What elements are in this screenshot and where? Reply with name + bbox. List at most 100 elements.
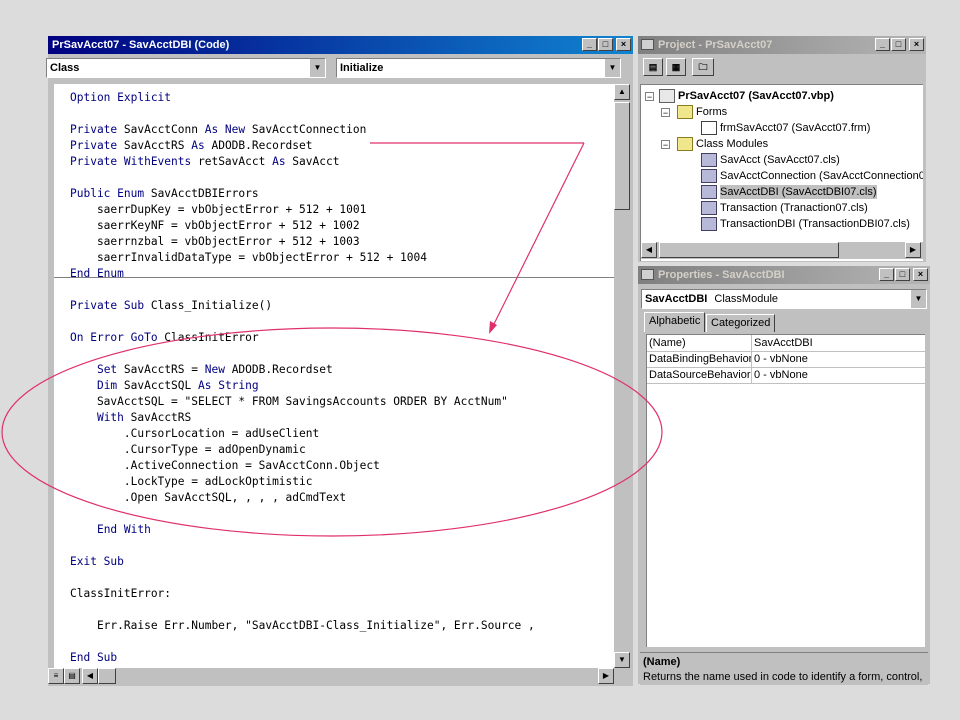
code-line: Private WithEvents retSavAcct As SavAcct — [70, 155, 340, 168]
scroll-right-button[interactable]: ▶ — [598, 668, 614, 684]
object-selector-name: SavAcctDBI — [645, 293, 708, 305]
code-line: .LockType = adLockOptimistic — [70, 475, 313, 488]
property-value[interactable]: 0 - vbNone — [752, 351, 922, 367]
tree-item-module[interactable]: Transaction (Tranaction07.cls) — [701, 201, 868, 215]
procedure-combo-value: Initialize — [340, 62, 384, 74]
code-line: Public Enum SavAcctDBIErrors — [70, 187, 259, 200]
code-line: .ActiveConnection = SavAcctConn.Object — [70, 459, 380, 472]
tree-folder-forms[interactable]: Forms — [677, 105, 727, 119]
code-line: saerrnzbal = vbObjectError + 512 + 1003 — [70, 235, 360, 248]
maximize-button[interactable]: □ — [895, 268, 910, 281]
folder-icon — [677, 105, 693, 119]
code-line: Private SavAcctConn As New SavAcctConnec… — [70, 123, 367, 136]
code-line: .Open SavAcctSQL, , , , adCmdText — [70, 491, 347, 504]
collapse-icon[interactable]: − — [645, 92, 654, 102]
properties-window-titlebar[interactable]: Properties - SavAcctDBI _ □ × — [638, 266, 930, 284]
description-pane: (Name) Returns the name used in code to … — [640, 652, 928, 685]
project-tree[interactable]: − PrSavAcct07 (SavAcct07.vbp) − Forms fr… — [640, 84, 923, 261]
h-scroll-thumb[interactable] — [98, 668, 116, 684]
project-toolbar: ▤ ▦ 🗀 — [642, 58, 714, 80]
properties-window: Properties - SavAcctDBI _ □ × SavAcctDBI… — [638, 266, 930, 685]
properties-tabs: Alphabetic Categorized — [644, 312, 924, 334]
collapse-icon[interactable]: − — [661, 140, 670, 150]
project-window-titlebar[interactable]: Project - PrSavAcct07 _ □ × — [638, 36, 926, 54]
view-procedure-button[interactable]: ≡ — [48, 668, 64, 684]
code-line: saerrDupKey = vbObjectError + 512 + 1001 — [70, 203, 367, 216]
properties-window-title: Properties - SavAcctDBI — [658, 269, 785, 281]
scroll-left-button[interactable]: ◀ — [82, 668, 98, 684]
project-icon — [659, 89, 675, 103]
code-editor[interactable]: Option Explicit Private SavAcctConn As Ne… — [54, 84, 614, 668]
code-line: Set SavAcctRS = New ADODB.Recordset — [96, 363, 333, 376]
code-window-titlebar[interactable]: PrSavAcct07 - SavAcctDBI (Code) _ □ × — [48, 36, 633, 54]
scroll-left-button[interactable]: ◀ — [641, 242, 657, 258]
tab-alphabetic[interactable]: Alphabetic — [644, 312, 706, 332]
property-row[interactable]: DataBindingBehavior 0 - vbNone — [647, 351, 925, 368]
collapse-icon[interactable]: − — [661, 108, 670, 118]
code-line: SavAcctSQL = "SELECT * FROM SavingsAccou… — [70, 395, 508, 408]
chevron-down-icon[interactable]: ▼ — [604, 59, 620, 77]
tab-categorized[interactable]: Categorized — [706, 314, 776, 332]
scroll-thumb[interactable] — [614, 102, 630, 210]
close-button[interactable]: × — [616, 38, 631, 51]
folder-icon — [677, 137, 693, 151]
property-value[interactable]: SavAcctDBI — [752, 335, 922, 351]
scroll-right-button[interactable]: ▶ — [905, 242, 921, 258]
property-row[interactable]: (Name) SavAcctDBI — [647, 335, 925, 352]
tree-item-module[interactable]: SavAcct (SavAcct07.cls) — [701, 153, 840, 167]
class-module-icon — [701, 201, 717, 215]
close-button[interactable]: × — [909, 38, 924, 51]
view-module-button[interactable]: ▤ — [64, 668, 80, 684]
procedure-combo[interactable]: Initialize ▼ — [336, 58, 621, 78]
code-line: With SavAcctRS — [96, 411, 192, 424]
code-horizontal-scrollbar[interactable]: ≡ ▤ ◀ ▶ — [48, 668, 631, 684]
scroll-down-button[interactable]: ▼ — [614, 652, 630, 668]
close-button[interactable]: × — [913, 268, 928, 281]
tree-item-form[interactable]: frmSavAcct07 (SavAcct07.frm) — [701, 121, 870, 135]
object-selector[interactable]: SavAcctDBI ClassModule ▼ — [641, 289, 927, 309]
h-scroll-thumb[interactable] — [659, 242, 839, 258]
description-text: Returns the name used in code to identif… — [643, 671, 923, 683]
code-line: On Error GoTo ClassInitError — [70, 331, 259, 344]
project-icon — [641, 39, 654, 50]
tree-folder-class-modules[interactable]: Class Modules — [677, 137, 768, 151]
code-line: ClassInitError: — [70, 587, 172, 600]
project-horizontal-scrollbar[interactable]: ◀ ▶ — [641, 242, 923, 259]
code-line: Exit Sub — [70, 555, 124, 568]
maximize-button[interactable]: □ — [598, 38, 613, 51]
scroll-up-button[interactable]: ▲ — [614, 84, 630, 100]
maximize-button[interactable]: □ — [891, 38, 906, 51]
view-code-icon[interactable]: ▤ — [643, 58, 663, 76]
code-vertical-scrollbar[interactable]: ▲ ▼ — [614, 84, 631, 668]
code-line: Option Explicit — [70, 91, 172, 104]
property-value[interactable]: 0 - vbNone — [752, 367, 922, 383]
property-grid[interactable]: (Name) SavAcctDBI DataBindingBehavior 0 - v… — [646, 334, 925, 647]
chevron-down-icon[interactable]: ▼ — [910, 290, 926, 308]
project-window: Project - PrSavAcct07 _ □ × ▤ ▦ 🗀 − PrSa… — [638, 36, 926, 262]
view-object-icon[interactable]: ▦ — [666, 58, 686, 76]
toggle-folders-icon[interactable]: 🗀 — [692, 58, 714, 76]
grid-column-divider — [751, 335, 752, 383]
property-row[interactable]: DataSourceBehavior 0 - vbNone — [647, 367, 925, 384]
object-combo-value: Class — [50, 62, 80, 74]
code-line: End With — [96, 523, 151, 536]
minimize-button[interactable]: _ — [582, 38, 597, 51]
tree-root[interactable]: PrSavAcct07 (SavAcct07.vbp) — [659, 89, 834, 103]
minimize-button[interactable]: _ — [875, 38, 890, 51]
code-line: .CursorType = adOpenDynamic — [70, 443, 306, 456]
class-module-icon — [701, 185, 717, 199]
class-module-icon — [701, 153, 717, 167]
chevron-down-icon[interactable]: ▼ — [309, 59, 325, 77]
code-line: End Sub — [70, 651, 118, 664]
object-combo[interactable]: Class ▼ — [46, 58, 326, 78]
tree-item-module-selected[interactable]: SavAcctDBI (SavAcctDBI07.cls) — [701, 185, 877, 199]
procedure-separator — [54, 277, 614, 278]
minimize-button[interactable]: _ — [879, 268, 894, 281]
code-line: End Enum — [70, 267, 124, 280]
tree-item-module[interactable]: TransactionDBI (TransactionDBI07.cls) — [701, 217, 910, 231]
class-module-icon — [701, 217, 717, 231]
property-name: DataBindingBehavior — [649, 353, 751, 365]
project-window-title: Project - PrSavAcct07 — [658, 39, 773, 51]
tree-item-module[interactable]: SavAcctConnection (SavAcctConnection0 — [701, 169, 923, 183]
class-module-icon — [701, 169, 717, 183]
